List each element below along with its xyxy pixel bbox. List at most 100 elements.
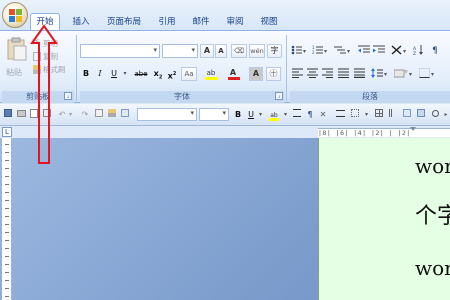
character-border-button[interactable]: ㊉ [266,67,281,81]
horizontal-ruler[interactable]: |8| |6| |4| |2| | |2| [318,128,450,137]
line-spacing-button[interactable]: ▾ [370,67,390,81]
redo-button[interactable]: ↷ [80,109,90,121]
strikethrough-button[interactable]: abe [132,67,150,81]
ruler-tick [5,192,9,193]
spelling-button[interactable] [42,109,52,121]
tab-page-layout[interactable]: 页面布局 [103,15,145,30]
center-button[interactable] [306,67,319,81]
undo-dropdown[interactable]: ▾ [67,109,74,121]
character-shading-button[interactable]: A [249,67,263,81]
tab-mailings[interactable]: 邮件 [188,15,214,30]
highlight-button[interactable]: ab [203,66,219,80]
tab-insert[interactable]: 插入 [68,15,94,30]
save-button[interactable] [3,109,13,121]
font-group-label: 字体 [80,91,284,103]
drawing-icon [417,109,425,117]
grow-font-button[interactable]: A [200,44,214,58]
font-color-button[interactable]: A [226,66,240,80]
borders-button[interactable]: ▾ [418,67,438,81]
phonetic-guide-button[interactable]: wén [249,44,265,58]
chinese-layout-small-button[interactable]: ✕ [318,109,328,121]
format-painter-button[interactable]: 格式刷 [32,64,72,75]
shrink-font-button[interactable]: A [215,44,227,58]
style-combo[interactable]: ▾ [137,108,197,121]
more-small-button[interactable]: ▸ [442,109,450,121]
copy-small-button[interactable] [94,109,104,121]
highlight-small-dropdown[interactable]: ▾ [282,109,289,121]
styles-button[interactable] [120,109,130,121]
highlight-label: ab [206,69,216,77]
justify-button[interactable] [337,67,350,81]
cut-icon: ✂ [32,37,40,47]
underline-small-button[interactable]: U [246,109,256,121]
underline-small-dropdown[interactable]: ▾ [257,109,264,121]
cut-button[interactable]: ✂ 剪切 [32,37,72,49]
font-name-combo[interactable]: ▾ [80,44,160,58]
indent-small-button[interactable] [334,109,346,121]
print-preview-icon [30,109,38,118]
copy-button[interactable]: 复制 [32,51,72,62]
find-small-button[interactable] [430,109,440,121]
line-spacing-icon: ▾ [371,68,387,78]
table-small-button[interactable] [374,109,384,121]
border-small-button[interactable] [350,109,360,121]
tab-selector[interactable]: L [2,127,12,137]
eraser-icon: ⌫ [234,47,244,55]
subscript-button[interactable]: x2 [152,67,164,81]
border-small-dropdown[interactable]: ▾ [363,109,370,121]
print-button[interactable] [16,109,26,121]
decrease-indent-button[interactable] [357,44,370,58]
italic-button[interactable]: I [94,67,106,81]
font-dialog-launcher[interactable]: ⌟ [275,92,283,100]
ruler-tick [5,208,9,209]
sort-button[interactable]: AZ [412,44,426,58]
multilevel-list-button[interactable]: ▾ [333,44,353,58]
increase-indent-button[interactable] [372,44,385,58]
indent-marker-icon[interactable] [410,127,416,131]
show-marks-button[interactable]: ¶ [428,44,442,58]
insert-small-button[interactable] [402,109,412,121]
chinese-layout-button[interactable]: ▾ [390,44,410,58]
undo-button[interactable]: ↶ [57,109,67,121]
office-button[interactable] [2,2,28,28]
ruler-tick [5,232,9,233]
underline-button[interactable]: U [108,67,120,81]
paste-icon [7,37,27,61]
align-left-button[interactable] [291,67,304,81]
superscript-button[interactable]: x2 [166,67,178,81]
tab-home[interactable]: 开始 [30,13,60,31]
shading-button[interactable]: ▾ [393,67,415,81]
paste-button[interactable]: 粘贴 [4,35,30,85]
format-painter-small-button[interactable] [107,109,117,121]
change-case-button[interactable]: Aa [181,67,197,81]
tab-view[interactable]: 视图 [256,15,282,30]
underline-dropdown[interactable]: ▾ [121,67,129,81]
drawing-small-button[interactable] [416,109,426,121]
chevron-down-icon: ▾ [153,46,157,54]
clear-format-button[interactable]: ⌫ [231,44,247,58]
document-page[interactable]: wor 个字 wor [318,138,450,300]
decrease-indent-icon [358,45,370,53]
bullets-button[interactable]: ▾ [290,44,308,58]
print-preview-button[interactable] [29,109,39,121]
bold-button[interactable]: B [80,67,92,81]
chevron-down-icon: ▾ [123,70,127,77]
para-small-button[interactable]: ¶ [305,109,315,121]
clipboard-dialog-launcher[interactable]: ⌟ [64,92,72,100]
distributed-button[interactable] [353,67,366,81]
font-size-combo[interactable]: ▾ [162,44,198,58]
bold-small-button[interactable]: B [233,109,243,121]
tab-review[interactable]: 审阅 [222,15,248,30]
tab-references[interactable]: 引用 [155,15,179,30]
align-right-button[interactable] [321,67,334,81]
line-spacing-small-button[interactable] [292,109,302,121]
save-icon [4,109,12,117]
highlight-small-button[interactable]: ab [267,109,281,121]
svg-text:▾: ▾ [303,48,306,55]
columns-small-button[interactable] [388,109,398,121]
vertical-ruler[interactable] [2,138,12,300]
size-combo[interactable]: ▾ [199,108,229,121]
ruler-tick [5,224,9,225]
numbering-button[interactable]: 1 2 ▾ [311,44,329,58]
enclose-character-button[interactable]: 字 [267,44,282,58]
